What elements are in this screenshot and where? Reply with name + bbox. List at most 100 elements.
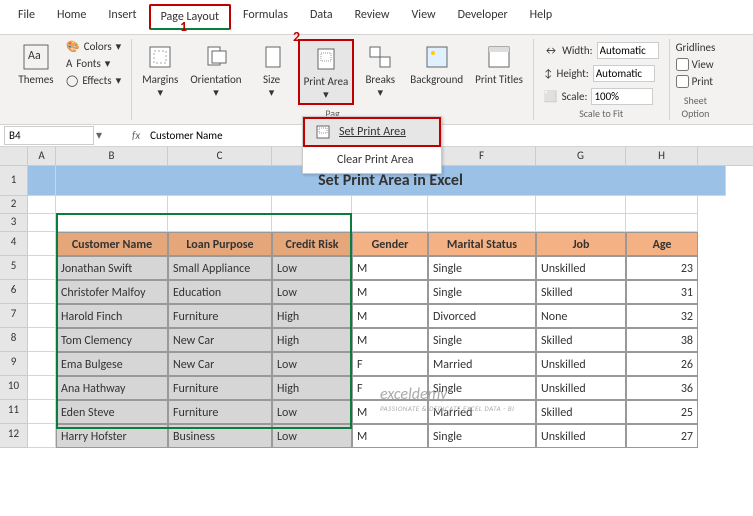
header-marital-status[interactable]: Marital Status bbox=[428, 232, 536, 256]
cell-F7[interactable]: Divorced bbox=[428, 304, 536, 328]
header-gender[interactable]: Gender bbox=[352, 232, 428, 256]
menu-home[interactable]: Home bbox=[47, 4, 96, 30]
row-header-9[interactable]: 9 bbox=[0, 352, 28, 376]
print-area-button[interactable]: Print Area▾ bbox=[298, 39, 355, 105]
cell-F5[interactable]: Single bbox=[428, 256, 536, 280]
cell-A7[interactable] bbox=[28, 304, 56, 328]
effects-button[interactable]: ◯ Effects▾ bbox=[62, 73, 125, 88]
cell-E12[interactable]: M bbox=[352, 424, 428, 448]
cell-C8[interactable]: New Car bbox=[168, 328, 272, 352]
cell-G5[interactable]: Unskilled bbox=[536, 256, 626, 280]
cell-C11[interactable]: Furniture bbox=[168, 400, 272, 424]
cell-H10[interactable]: 36 bbox=[626, 376, 698, 400]
cell-H8[interactable]: 38 bbox=[626, 328, 698, 352]
cell-A9[interactable] bbox=[28, 352, 56, 376]
cell-B12[interactable]: Harry Hofster bbox=[56, 424, 168, 448]
row-header-2[interactable]: 2 bbox=[0, 196, 28, 214]
menu-file[interactable]: File bbox=[8, 4, 45, 30]
row-header-12[interactable]: 12 bbox=[0, 424, 28, 448]
cell-A10[interactable] bbox=[28, 376, 56, 400]
row-header-10[interactable]: 10 bbox=[0, 376, 28, 400]
set-print-area-item[interactable]: Set Print Area bbox=[303, 117, 441, 147]
cell-C10[interactable]: Furniture bbox=[168, 376, 272, 400]
breaks-button[interactable]: Breaks▾ bbox=[358, 39, 402, 105]
col-header-G[interactable]: G bbox=[536, 147, 626, 165]
col-header-H[interactable]: H bbox=[626, 147, 698, 165]
colors-button[interactable]: 🎨 Colors▾ bbox=[62, 39, 125, 54]
print-checkbox[interactable] bbox=[676, 75, 689, 88]
cell-G11[interactable]: Skilled bbox=[536, 400, 626, 424]
row-header-5[interactable]: 5 bbox=[0, 256, 28, 280]
cell-D6[interactable]: Low bbox=[272, 280, 352, 304]
scale-width-input[interactable] bbox=[597, 42, 659, 59]
cell-D12[interactable]: Low bbox=[272, 424, 352, 448]
print-gridlines-checkbox[interactable]: Print bbox=[676, 75, 716, 88]
fonts-button[interactable]: A Fonts▾ bbox=[62, 56, 125, 71]
row-header-1[interactable]: 1 bbox=[0, 166, 28, 196]
cell-C6[interactable]: Education bbox=[168, 280, 272, 304]
cell-C7[interactable]: Furniture bbox=[168, 304, 272, 328]
cell-G12[interactable]: Unskilled bbox=[536, 424, 626, 448]
row-header-11[interactable]: 11 bbox=[0, 400, 28, 424]
cell-B7[interactable]: Harold Finch bbox=[56, 304, 168, 328]
menu-formulas[interactable]: Formulas bbox=[233, 4, 298, 30]
row-header-4[interactable]: 4 bbox=[0, 232, 28, 256]
cell-D11[interactable]: Low bbox=[272, 400, 352, 424]
row-header-7[interactable]: 7 bbox=[0, 304, 28, 328]
scale-percent-input[interactable] bbox=[591, 88, 653, 105]
menu-developer[interactable]: Developer bbox=[448, 4, 518, 30]
menu-insert[interactable]: Insert bbox=[98, 4, 146, 30]
cell-C9[interactable]: New Car bbox=[168, 352, 272, 376]
select-all-corner[interactable] bbox=[0, 147, 28, 165]
cell-G9[interactable]: Unskilled bbox=[536, 352, 626, 376]
cell-A12[interactable] bbox=[28, 424, 56, 448]
cell-E11[interactable]: M bbox=[352, 400, 428, 424]
col-header-F[interactable]: F bbox=[428, 147, 536, 165]
header-credit-risk[interactable]: Credit Risk bbox=[272, 232, 352, 256]
cell-F8[interactable]: Single bbox=[428, 328, 536, 352]
menu-review[interactable]: Review bbox=[345, 4, 400, 30]
menu-view[interactable]: View bbox=[402, 4, 446, 30]
cell-B6[interactable]: Christofer Malfoy bbox=[56, 280, 168, 304]
cell-H9[interactable]: 26 bbox=[626, 352, 698, 376]
cell-A5[interactable] bbox=[28, 256, 56, 280]
cell-F10[interactable]: Single bbox=[428, 376, 536, 400]
row-header-6[interactable]: 6 bbox=[0, 280, 28, 304]
col-header-C[interactable]: C bbox=[168, 147, 272, 165]
cell-D9[interactable]: Low bbox=[272, 352, 352, 376]
cell-E9[interactable]: F bbox=[352, 352, 428, 376]
cell-B5[interactable]: Jonathan Swift bbox=[56, 256, 168, 280]
name-box-dropdown[interactable]: ▾ bbox=[96, 128, 102, 143]
cell-B8[interactable]: Tom Clemency bbox=[56, 328, 168, 352]
cell-F9[interactable]: Married bbox=[428, 352, 536, 376]
fx-label[interactable]: fx bbox=[132, 129, 140, 142]
scale-height-input[interactable] bbox=[593, 65, 655, 82]
print-titles-button[interactable]: Print Titles bbox=[471, 39, 527, 105]
cell-B10[interactable]: Ana Hathway bbox=[56, 376, 168, 400]
size-button[interactable]: Size▾ bbox=[250, 39, 294, 105]
cell-D8[interactable]: High bbox=[272, 328, 352, 352]
cell-F11[interactable]: Married bbox=[428, 400, 536, 424]
col-header-A[interactable]: A bbox=[28, 147, 56, 165]
cell-E10[interactable]: F bbox=[352, 376, 428, 400]
cell-E7[interactable]: M bbox=[352, 304, 428, 328]
cell-A8[interactable] bbox=[28, 328, 56, 352]
header-loan-purpose[interactable]: Loan Purpose bbox=[168, 232, 272, 256]
row-header-3[interactable]: 3 bbox=[0, 214, 28, 232]
cell-E6[interactable]: M bbox=[352, 280, 428, 304]
cell-B11[interactable]: Eden Steve bbox=[56, 400, 168, 424]
cell-A1[interactable] bbox=[28, 166, 56, 196]
cell-D10[interactable]: High bbox=[272, 376, 352, 400]
menu-page-layout[interactable]: Page Layout bbox=[149, 4, 231, 30]
cell-C12[interactable]: Business bbox=[168, 424, 272, 448]
view-gridlines-checkbox[interactable]: View bbox=[676, 58, 716, 71]
view-checkbox[interactable] bbox=[676, 58, 689, 71]
cell-D7[interactable]: High bbox=[272, 304, 352, 328]
cell-D5[interactable]: Low bbox=[272, 256, 352, 280]
header-job[interactable]: Job bbox=[536, 232, 626, 256]
cell-G10[interactable]: Unskilled bbox=[536, 376, 626, 400]
cell-C5[interactable]: Small Appliance bbox=[168, 256, 272, 280]
cell-H6[interactable]: 31 bbox=[626, 280, 698, 304]
margins-button[interactable]: Margins▾ bbox=[138, 39, 182, 105]
cell-H5[interactable]: 23 bbox=[626, 256, 698, 280]
